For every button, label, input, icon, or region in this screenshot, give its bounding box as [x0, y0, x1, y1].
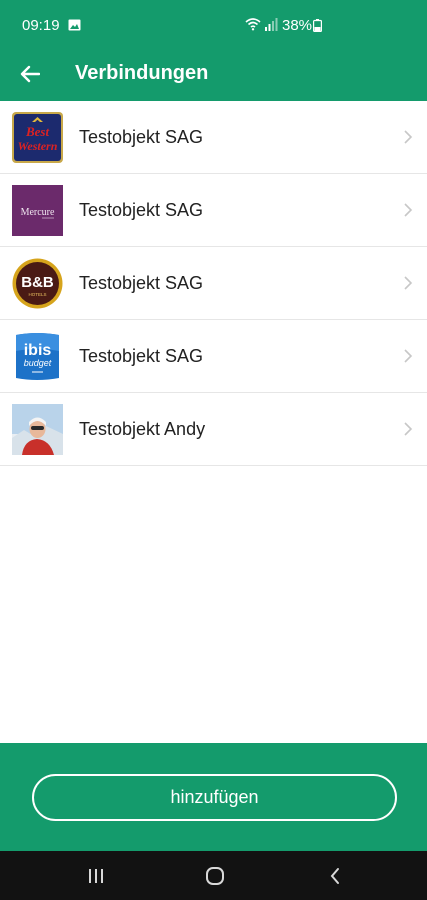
- list-item[interactable]: Best Western Testobjekt SAG: [0, 101, 427, 174]
- status-bar: 09:19 38%: [0, 0, 427, 50]
- chevron-right-icon: [404, 130, 413, 144]
- page-title: Verbindungen: [75, 62, 209, 84]
- list-item[interactable]: B&B HOTELS Testobjekt SAG: [0, 247, 427, 320]
- svg-text:B&B: B&B: [21, 274, 54, 291]
- footer-bar: hinzufügen: [0, 743, 427, 851]
- mercure-logo: Mercure: [12, 185, 63, 236]
- battery-icon: [313, 19, 322, 32]
- signal-icon: [265, 18, 278, 31]
- chevron-right-icon: [404, 422, 413, 436]
- svg-text:HOTELS: HOTELS: [28, 292, 46, 297]
- home-icon: [206, 867, 224, 885]
- svg-text:ibis: ibis: [24, 342, 52, 359]
- svg-text:Mercure: Mercure: [21, 207, 55, 218]
- home-button[interactable]: [202, 863, 228, 889]
- recent-apps-button[interactable]: [83, 863, 109, 889]
- list-item[interactable]: ibis budget Testobjekt SAG: [0, 320, 427, 393]
- list-item-label: Testobjekt SAG: [79, 346, 204, 366]
- avatar-photo: [12, 404, 63, 455]
- add-button[interactable]: hinzufügen: [32, 774, 397, 821]
- list-item-label: Testobjekt SAG: [79, 273, 204, 293]
- recent-apps-icon: [89, 869, 103, 883]
- best-western-logo: Best Western: [12, 112, 63, 163]
- battery-percent: 38%: [282, 17, 313, 34]
- list-item-label: Testobjekt SAG: [79, 127, 204, 147]
- arrow-back-icon: [20, 65, 40, 83]
- chevron-right-icon: [404, 276, 413, 290]
- list-item-label: Testobjekt SAG: [79, 200, 204, 220]
- chevron-right-icon: [404, 203, 413, 217]
- status-time: 09:19: [22, 17, 60, 34]
- system-back-button[interactable]: [322, 863, 348, 889]
- list-item[interactable]: Testobjekt Andy: [0, 393, 427, 466]
- app-bar: Verbindungen: [0, 50, 427, 101]
- list-item-label: Testobjekt Andy: [79, 419, 206, 439]
- back-button[interactable]: [12, 56, 48, 92]
- list-item[interactable]: Mercure Testobjekt SAG: [0, 174, 427, 247]
- connections-list: Best Western Testobjekt SAG Mercure Test…: [0, 101, 427, 466]
- chevron-right-icon: [404, 349, 413, 363]
- system-nav-bar: [0, 851, 427, 900]
- svg-text:Best: Best: [25, 124, 50, 139]
- svg-text:Western: Western: [18, 139, 58, 153]
- image-icon: [68, 19, 81, 31]
- ibis-budget-logo: ibis budget: [16, 333, 59, 380]
- chevron-left-icon: [330, 868, 339, 884]
- svg-text:budget: budget: [24, 358, 52, 368]
- bb-hotels-logo: B&B HOTELS: [12, 258, 63, 309]
- wifi-icon: [245, 18, 261, 31]
